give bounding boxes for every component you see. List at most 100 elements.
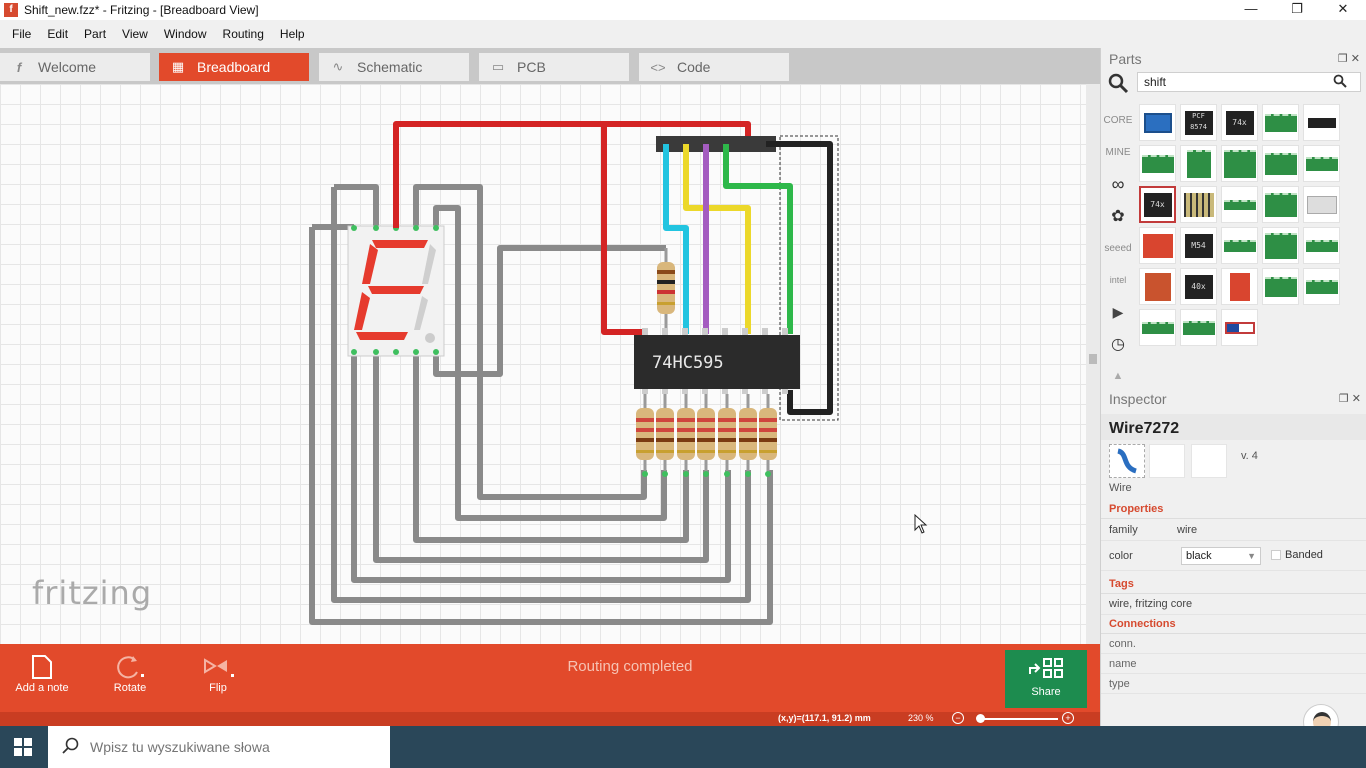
search-submit-icon[interactable] (1333, 74, 1347, 91)
menu-window[interactable]: Window (156, 27, 215, 41)
part-item[interactable] (1221, 227, 1258, 264)
part-item[interactable] (1139, 309, 1176, 346)
type-row: type (1101, 674, 1366, 694)
yellow-wire[interactable] (683, 144, 751, 334)
connections-header: Connections (1101, 615, 1366, 634)
zoom-slider[interactable] (978, 718, 1058, 720)
flip-button[interactable]: Flip (178, 652, 258, 694)
part-item[interactable] (1262, 186, 1299, 223)
minimize-button[interactable]: — (1228, 0, 1274, 20)
resistor-top[interactable] (657, 248, 675, 334)
family-row: family wire (1101, 519, 1366, 541)
arduino-icon[interactable]: ∞ (1101, 168, 1135, 200)
parts-search-input[interactable] (1137, 72, 1361, 92)
color-value: black (1186, 550, 1212, 562)
canvas-scrollbar[interactable] (1086, 84, 1100, 644)
status-bar: (x,y)=(117.1, 91.2) mm 230 % − + (0, 712, 1100, 726)
red-wires[interactable] (393, 121, 751, 335)
color-dropdown[interactable]: black ▼ (1181, 547, 1261, 565)
part-item[interactable] (1303, 104, 1340, 141)
panel-float-close-icons[interactable]: ❐ ✕ (1338, 52, 1360, 65)
menu-routing[interactable]: Routing (215, 27, 272, 41)
part-item[interactable] (1221, 268, 1258, 305)
title-bar: f Shift_new.fzz* - Fritzing - [Breadboar… (0, 0, 1366, 20)
menu-view[interactable]: View (114, 27, 156, 41)
part-item[interactable] (1221, 186, 1258, 223)
scrollbar-thumb[interactable] (1089, 354, 1097, 364)
panel-float-close-icons[interactable]: ❐ ✕ (1339, 392, 1361, 405)
part-item[interactable] (1180, 186, 1217, 223)
zoom-in-button[interactable]: + (1062, 712, 1074, 724)
part-item[interactable] (1221, 309, 1258, 346)
tab-welcome[interactable]: f Welcome (0, 53, 150, 81)
resistor-bank[interactable] (636, 394, 777, 477)
part-item[interactable] (1262, 145, 1299, 182)
banded-checkbox[interactable]: Banded (1271, 549, 1323, 561)
part-item[interactable] (1139, 227, 1176, 264)
part-item[interactable] (1303, 268, 1340, 305)
part-item[interactable]: 40x (1180, 268, 1217, 305)
part-item-selected[interactable]: 74x (1139, 186, 1176, 223)
bin-core[interactable]: CORE (1101, 104, 1135, 136)
inspector-panel: Inspector ❐ ✕ Wire7272 v. 4 Wire Propert… (1101, 388, 1366, 694)
add-note-button[interactable]: Add a note (2, 652, 82, 694)
menu-file[interactable]: File (4, 27, 39, 41)
menu-bar: File Edit Part View Window Routing Help (0, 22, 1366, 46)
part-item[interactable] (1221, 145, 1258, 182)
tab-pcb[interactable]: ▭ PCB (479, 53, 629, 81)
windows-start-icon[interactable] (0, 726, 46, 768)
tab-label: Schematic (357, 59, 423, 75)
banded-label: Banded (1285, 549, 1323, 561)
part-item[interactable] (1262, 227, 1299, 264)
part-item[interactable] (1139, 104, 1176, 141)
tab-code[interactable]: <> Code (639, 53, 789, 81)
circuit-drawing: 74HC595 (309, 121, 839, 625)
rotate-button[interactable]: Rotate (90, 652, 170, 694)
part-item[interactable]: M54 (1180, 227, 1217, 264)
inspector-header: Inspector ❐ ✕ (1101, 388, 1366, 410)
part-item[interactable] (1262, 104, 1299, 141)
tab-schematic[interactable]: ∿ Schematic (319, 53, 469, 81)
part-item[interactable] (1139, 268, 1176, 305)
menu-help[interactable]: Help (272, 27, 313, 41)
tags-value: wire, fritzing core (1101, 594, 1366, 615)
bin-mine[interactable]: MINE (1101, 136, 1135, 168)
search-icon[interactable] (1107, 72, 1129, 97)
zoom-out-button[interactable]: − (952, 712, 964, 724)
intel-icon[interactable]: intel (1101, 264, 1135, 296)
part-item[interactable] (1139, 145, 1176, 182)
tab-breadboard[interactable]: ▦ Breadboard (159, 53, 309, 81)
ic-74hc595[interactable]: 74HC595 (634, 328, 800, 394)
share-button[interactable]: Share (1005, 650, 1087, 708)
sparkfun-icon[interactable]: ✿ (1101, 200, 1135, 232)
fritzing-f-icon: f (16, 59, 22, 75)
search-icon (62, 737, 80, 758)
part-item[interactable] (1180, 145, 1217, 182)
close-button[interactable]: ✕ (1320, 0, 1366, 20)
zoom-level: 230 % (908, 713, 934, 723)
seven-segment-display[interactable] (347, 225, 445, 357)
play-icon[interactable]: ▶ (1101, 296, 1135, 328)
part-item[interactable] (1303, 227, 1340, 264)
part-item[interactable] (1303, 186, 1340, 223)
menu-part[interactable]: Part (76, 27, 114, 41)
taskbar-search[interactable] (48, 726, 390, 768)
part-item[interactable]: PCF 8574 (1180, 104, 1217, 141)
color-row: color black ▼ Banded (1101, 541, 1366, 571)
part-item[interactable] (1180, 309, 1217, 346)
parts-bins: CORE MINE ∞ ✿ seeed intel ▶ ◷ ▲ (1101, 104, 1135, 392)
part-item[interactable] (1262, 268, 1299, 305)
clock-icon[interactable]: ◷ (1101, 328, 1135, 360)
tags-header: Tags (1101, 575, 1366, 594)
menu-edit[interactable]: Edit (39, 27, 76, 41)
checkbox-box[interactable] (1271, 550, 1281, 560)
tab-label: Code (677, 59, 711, 75)
part-item[interactable] (1303, 145, 1340, 182)
taskbar-search-input[interactable] (90, 739, 370, 755)
chevron-down-icon: ▼ (1247, 551, 1256, 561)
maximize-button[interactable]: ❐ (1274, 0, 1320, 20)
part-item[interactable]: 74x (1221, 104, 1258, 141)
bin-seeed[interactable]: seeed (1101, 232, 1135, 264)
breadboard-canvas[interactable]: 74HC595 fritzing (0, 84, 1098, 644)
zoom-slider-handle[interactable] (976, 714, 985, 723)
